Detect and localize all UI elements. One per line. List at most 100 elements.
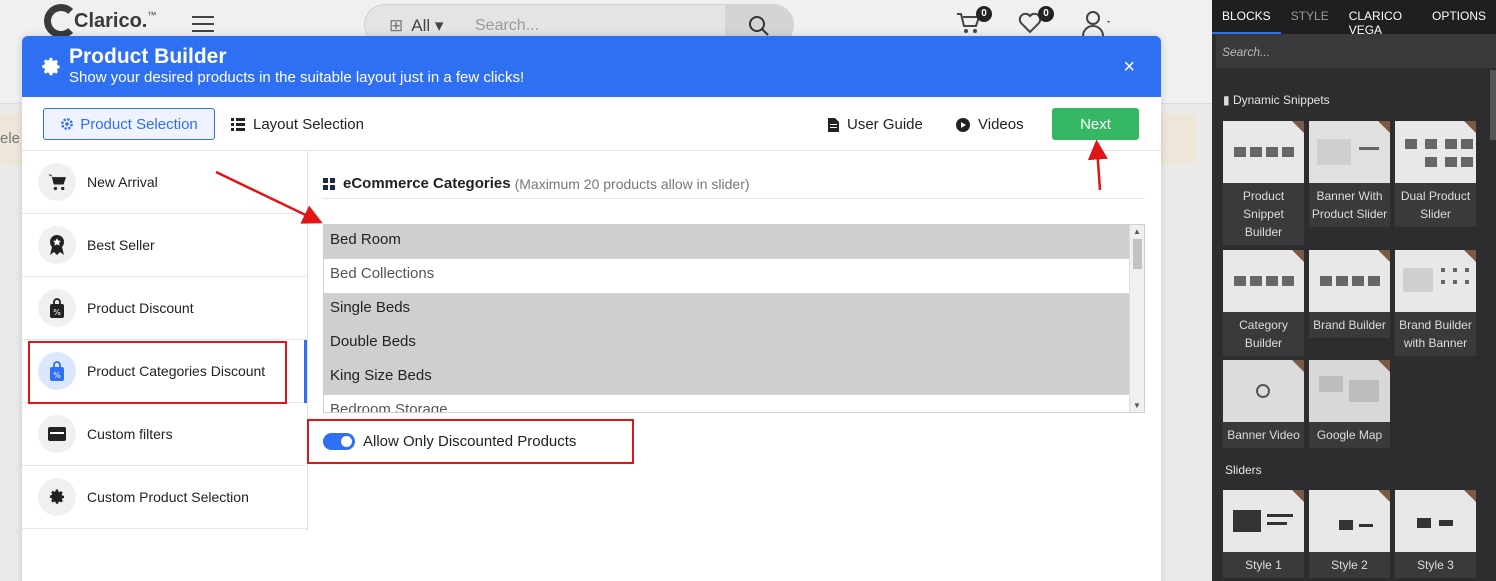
slider-style-3[interactable]: Style 3: [1395, 490, 1476, 578]
user-guide-link[interactable]: User Guide: [828, 116, 923, 133]
snippet-brand-builder-with-banner[interactable]: Brand Builder with Banner: [1395, 250, 1476, 356]
grid-icon: [323, 177, 335, 190]
search-icon: [749, 16, 769, 36]
list-item[interactable]: Single Beds: [324, 293, 1144, 327]
hamburger-menu-icon[interactable]: [192, 16, 214, 37]
sidebar-item-product-categories-discount[interactable]: % Product Categories Discount: [22, 340, 307, 403]
tab-style[interactable]: STYLE: [1281, 0, 1339, 34]
blocks-search-input[interactable]: Search...: [1216, 34, 1496, 68]
discount-bag-icon: %: [38, 289, 76, 327]
user-icon: [1082, 11, 1110, 37]
listbox-scrollbar[interactable]: ▲ ▼: [1129, 225, 1144, 412]
snippet-banner-video[interactable]: Banner Video: [1223, 360, 1304, 448]
list-item[interactable]: Double Beds: [324, 327, 1144, 361]
snippet-label: Style 3: [1417, 558, 1454, 572]
snippet-brand-builder[interactable]: Brand Builder: [1309, 250, 1390, 338]
snippet-label: Banner Video: [1227, 428, 1300, 442]
discounted-products-label: Allow Only Discounted Products: [363, 433, 577, 450]
gear-icon: [42, 57, 60, 76]
sidebar-item-product-discount[interactable]: % Product Discount: [22, 277, 307, 340]
tab-blocks[interactable]: BLOCKS: [1212, 0, 1281, 34]
discounted-products-toggle[interactable]: [323, 433, 355, 450]
snippet-dual-product-slider[interactable]: Dual Product Slider: [1395, 121, 1476, 227]
medal-icon: [38, 226, 76, 264]
snippet-label: Style 1: [1245, 558, 1282, 572]
snippet-label: Google Map: [1316, 428, 1383, 442]
document-icon: ▮: [1223, 93, 1230, 107]
category-thumbnail-icon: [1223, 250, 1304, 312]
snippet-product-snippet-builder[interactable]: Product Snippet Builder: [1223, 121, 1304, 245]
snippet-banner-with-product-slider[interactable]: Banner With Product Slider: [1309, 121, 1390, 227]
svg-text:%: %: [53, 371, 61, 380]
play-circle-icon: [956, 117, 970, 132]
brand-banner-thumbnail-icon: [1395, 250, 1476, 312]
tab-layout-selection-label: Layout Selection: [253, 116, 364, 133]
snippet-google-map[interactable]: Google Map: [1309, 360, 1390, 448]
sidebar-item-custom-filters[interactable]: Custom filters: [22, 403, 307, 466]
sidebar-item-label: Product Categories Discount: [87, 363, 266, 379]
sidebar-item-label: Product Discount: [87, 300, 194, 316]
snippet-label: Banner With Product Slider: [1311, 189, 1388, 221]
snippet-label: Category Builder: [1239, 318, 1288, 350]
cart-count-badge: 0: [976, 6, 992, 22]
list-item[interactable]: Bedroom Storage: [324, 395, 1144, 412]
site-notice-text: ele: [0, 130, 21, 147]
slider-style-thumbnail-icon: [1309, 490, 1390, 552]
tab-product-selection[interactable]: Product Selection: [43, 108, 215, 140]
logo-mark-icon: [44, 4, 78, 38]
grid-list-icon: [231, 118, 245, 131]
user-guide-label: User Guide: [847, 116, 923, 133]
next-button[interactable]: Next: [1052, 108, 1139, 140]
slider-style-thumbnail-icon: [1395, 490, 1476, 552]
grid-icon: ⊞: [389, 16, 404, 35]
tab-options[interactable]: OPTIONS: [1422, 0, 1496, 34]
tab-clarico-vega[interactable]: CLARICO VEGA: [1339, 0, 1422, 37]
snippet-label: Style 2: [1331, 558, 1368, 572]
slider-style-2[interactable]: Style 2: [1309, 490, 1390, 578]
sidebar-item-new-arrival[interactable]: New Arrival: [22, 151, 307, 214]
site-logo[interactable]: Clarico. ™: [44, 4, 156, 38]
videos-link[interactable]: Videos: [956, 116, 1024, 133]
search-category-select[interactable]: ⊞ All ▾: [389, 16, 443, 36]
search-category-label: All: [411, 16, 431, 35]
list-item[interactable]: Bed Collections: [324, 259, 1144, 293]
modal-title: Product Builder: [69, 45, 227, 68]
video-thumbnail-icon: [1223, 360, 1304, 422]
sliders-title: Sliders: [1225, 463, 1262, 477]
list-item[interactable]: Bed Room: [324, 225, 1144, 259]
scroll-down-arrow-icon[interactable]: ▼: [1133, 401, 1141, 410]
category-multiselect[interactable]: Bed Room Bed Collections Single Beds Dou…: [323, 224, 1145, 413]
active-item-indicator: [304, 340, 307, 403]
videos-label: Videos: [978, 116, 1024, 133]
panel-scrollbar[interactable]: [1490, 70, 1496, 140]
dual-slider-thumbnail-icon: [1395, 121, 1476, 183]
category-heading-note: (Maximum 20 products allow in slider): [514, 175, 750, 192]
sidebar-item-label: Custom Product Selection: [87, 489, 249, 505]
discount-bag-icon: %: [38, 352, 76, 390]
logo-text: Clarico.: [74, 9, 148, 32]
site-search-input[interactable]: Search...: [475, 17, 539, 35]
sidebar-item-best-seller[interactable]: Best Seller: [22, 214, 307, 277]
modal-tabbar: Product Selection Layout Selection User …: [22, 97, 1161, 151]
scroll-thumb[interactable]: [1133, 239, 1142, 269]
snippet-category-builder[interactable]: Category Builder: [1223, 250, 1304, 356]
snippet-label: Product Snippet Builder: [1242, 189, 1285, 239]
category-heading-title: eCommerce Categories: [343, 175, 511, 192]
tab-layout-selection[interactable]: Layout Selection: [231, 116, 364, 133]
dynamic-snippets-title: ▮ Dynamic Snippets: [1223, 93, 1330, 107]
settings-icon: [61, 118, 74, 130]
slider-style-1[interactable]: Style 1: [1223, 490, 1304, 578]
close-icon[interactable]: ×: [1123, 57, 1135, 77]
wishlist-count-badge: 0: [1038, 6, 1054, 22]
snippet-label: Dual Product Slider: [1400, 189, 1471, 221]
banner-thumbnail-icon: [1309, 121, 1390, 183]
sidebar-item-label: New Arrival: [87, 174, 158, 190]
logo-trademark: ™: [147, 10, 157, 20]
modal-subtitle: Show your desired products in the suitab…: [69, 69, 525, 86]
scroll-up-arrow-icon[interactable]: ▲: [1133, 227, 1141, 236]
sidebar-item-custom-product-selection[interactable]: Custom Product Selection: [22, 466, 307, 529]
list-item[interactable]: King Size Beds: [324, 361, 1144, 395]
discounted-products-toggle-row[interactable]: Allow Only Discounted Products: [323, 433, 576, 450]
snippet-label: Brand Builder with Banner: [1399, 318, 1472, 350]
product-builder-modal: Product Builder Show your desired produc…: [22, 36, 1161, 581]
